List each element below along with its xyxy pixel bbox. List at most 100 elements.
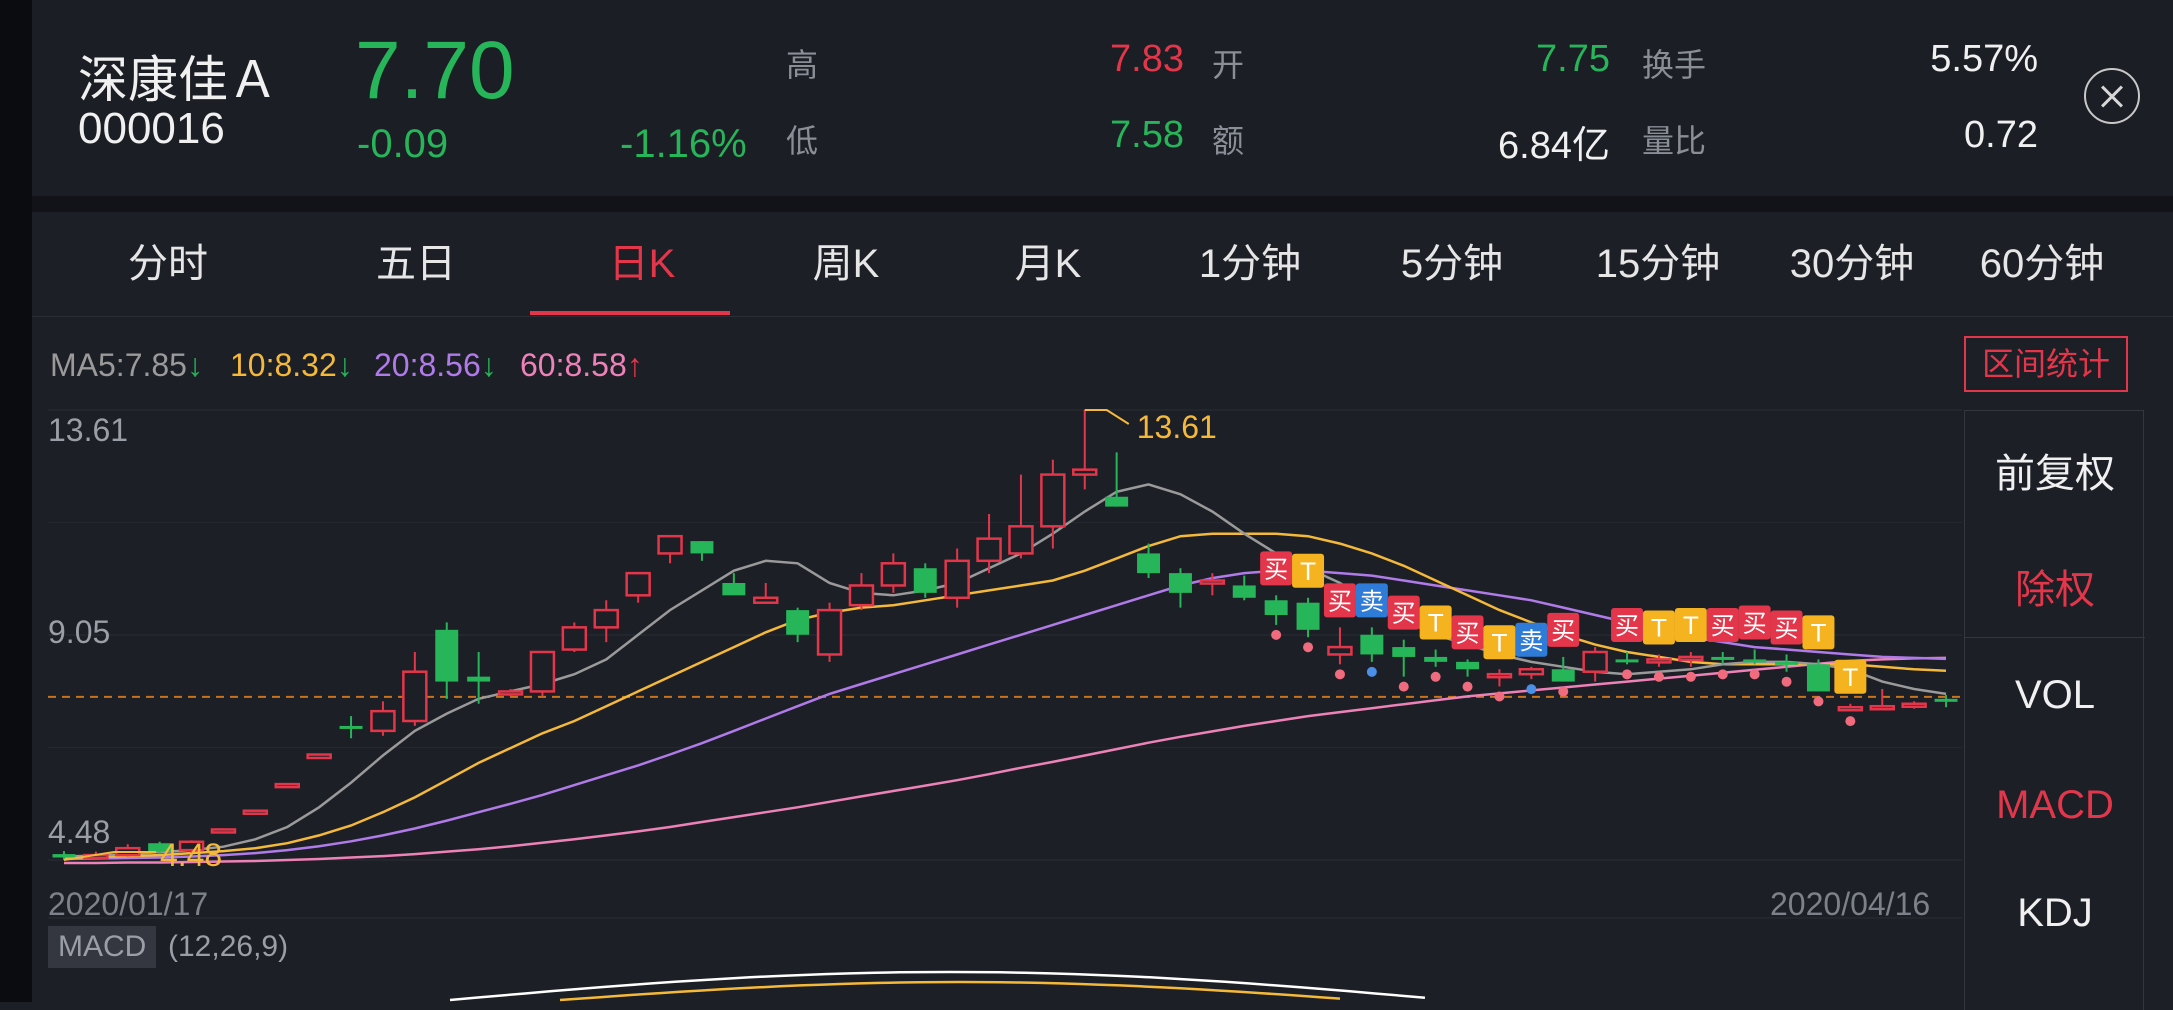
candle-body-up xyxy=(402,670,428,723)
candle-body-down xyxy=(1711,656,1735,660)
candle-body-down xyxy=(1551,669,1575,682)
y-axis-min: 4.48 xyxy=(48,814,111,850)
macd-dea-line xyxy=(559,980,1341,1002)
candle-body-down xyxy=(786,610,810,635)
signal-tag-buy: 买 xyxy=(1711,612,1735,640)
signal-tag-t: T xyxy=(1300,558,1316,586)
signal-tag-t: T xyxy=(1810,619,1826,647)
signal-tag-buy: 买 xyxy=(1328,587,1352,615)
fq-none-option[interactable]: 除权 xyxy=(1965,557,2145,615)
signal-tag-sell: 卖 xyxy=(1360,587,1384,615)
signal-dot xyxy=(1398,681,1409,692)
candle-body-down xyxy=(1105,496,1129,507)
candle-body-up xyxy=(370,709,396,733)
candle-body-down xyxy=(1806,664,1830,692)
signal-tag-buy: 买 xyxy=(1743,610,1767,638)
candle-body-up xyxy=(880,562,907,587)
y-axis-max: 13.61 xyxy=(48,412,129,448)
candle-body-up xyxy=(944,559,970,600)
candle-body-up xyxy=(1678,655,1704,662)
candle-body-up xyxy=(1518,668,1545,676)
macd-indicator-option[interactable]: MACD xyxy=(1965,783,2145,828)
candle-body-up xyxy=(1199,579,1226,585)
ma5-line xyxy=(63,483,1947,858)
signal-tag-sell: 卖 xyxy=(1519,627,1543,655)
signal-dot xyxy=(1462,681,1473,692)
macd-indicator-tag[interactable]: MACD xyxy=(48,926,157,968)
signal-tag-buy: 买 xyxy=(1264,555,1288,583)
x-axis-end-date: 2020/04/16 xyxy=(1770,886,1931,922)
candle-body-up xyxy=(561,626,588,651)
candle-body-up xyxy=(274,782,300,789)
signal-tag-t: T xyxy=(1491,629,1507,657)
side-panel-divider xyxy=(1965,637,2145,638)
candle-body-down xyxy=(1137,553,1161,574)
signal-tag-t: T xyxy=(1651,614,1667,642)
kline-chart[interactable]: 买 T买卖买 T 买 T 卖买买 T T 买买买 TT13.614.48 xyxy=(0,0,2173,1002)
candle-body-up xyxy=(1869,704,1895,711)
candle-body-up xyxy=(1327,645,1353,656)
signal-tag-t: T xyxy=(1683,612,1699,640)
signal-tag-buy: 买 xyxy=(1551,617,1575,645)
indicator-side-panel: 前复权 除权 VOL MACD KDJ xyxy=(1964,410,2145,1010)
signal-dot xyxy=(1303,642,1314,653)
candle-body-down xyxy=(1264,600,1288,616)
candle-body-up xyxy=(976,537,1002,563)
signal-dot xyxy=(1622,669,1633,680)
candle-body-up xyxy=(306,753,332,760)
fq-before-option[interactable]: 前复权 xyxy=(1965,441,2145,499)
macd-dif-line xyxy=(449,970,1426,1002)
signal-dot xyxy=(1749,669,1760,680)
candle-body-down xyxy=(1934,698,1958,702)
ma60-line xyxy=(64,656,1947,865)
signal-dot xyxy=(1558,686,1569,697)
signal-tag-buy: 买 xyxy=(1456,619,1480,647)
candle-body-down xyxy=(1775,661,1799,665)
signal-dot xyxy=(1494,691,1505,702)
signal-tag-buy: 买 xyxy=(1615,612,1639,640)
candle-body-down xyxy=(1296,602,1320,630)
candle-body-up xyxy=(529,650,556,693)
signal-tag-t: T xyxy=(1842,664,1858,692)
max-price-pointer xyxy=(1084,409,1130,425)
y-axis-mid: 9.05 xyxy=(48,614,111,650)
candle-body-down xyxy=(690,541,714,554)
candle-body-up xyxy=(210,828,237,834)
signal-dot xyxy=(1653,671,1664,682)
signal-dot xyxy=(1781,676,1792,687)
candle-body-up xyxy=(816,608,843,656)
signal-dot xyxy=(1430,671,1441,682)
candle-body-up xyxy=(1008,525,1034,555)
candle-body-down xyxy=(1168,573,1192,593)
signal-dot xyxy=(1334,669,1345,680)
candle-body-down xyxy=(913,568,937,593)
signal-dot xyxy=(1813,696,1824,707)
candle-body-up xyxy=(1837,705,1864,712)
candle-body-up xyxy=(1582,650,1608,673)
candle-body-up xyxy=(242,809,269,815)
max-price-label: 13.61 xyxy=(1137,409,1217,445)
candle-body-down xyxy=(52,854,76,858)
candle-body-up xyxy=(848,584,875,607)
candle-body-down xyxy=(467,676,491,682)
signal-dot xyxy=(1845,716,1856,727)
candle-body-up xyxy=(1901,702,1927,709)
signal-dot xyxy=(1526,684,1537,695)
candle-body-down xyxy=(1232,585,1256,598)
signal-dot xyxy=(1685,671,1696,682)
candle-body-down xyxy=(1424,656,1448,662)
macd-params: (12,26,9) xyxy=(168,930,289,963)
candle-body-down xyxy=(435,629,459,682)
vol-indicator-option[interactable]: VOL xyxy=(1965,673,2145,718)
kdj-indicator-option[interactable]: KDJ xyxy=(1965,891,2145,936)
candle-body-up xyxy=(1486,672,1513,679)
signal-tag-t: T xyxy=(1427,610,1443,638)
signal-dot xyxy=(1271,629,1282,640)
candle-body-up xyxy=(625,571,651,597)
candle-body-up xyxy=(1646,658,1672,664)
candle-body-up xyxy=(753,596,779,604)
signal-tag-buy: 买 xyxy=(1392,600,1416,628)
candle-body-up xyxy=(1040,473,1066,528)
candle-body-down xyxy=(722,583,746,596)
x-axis-start-date: 2020/01/17 xyxy=(48,886,209,922)
